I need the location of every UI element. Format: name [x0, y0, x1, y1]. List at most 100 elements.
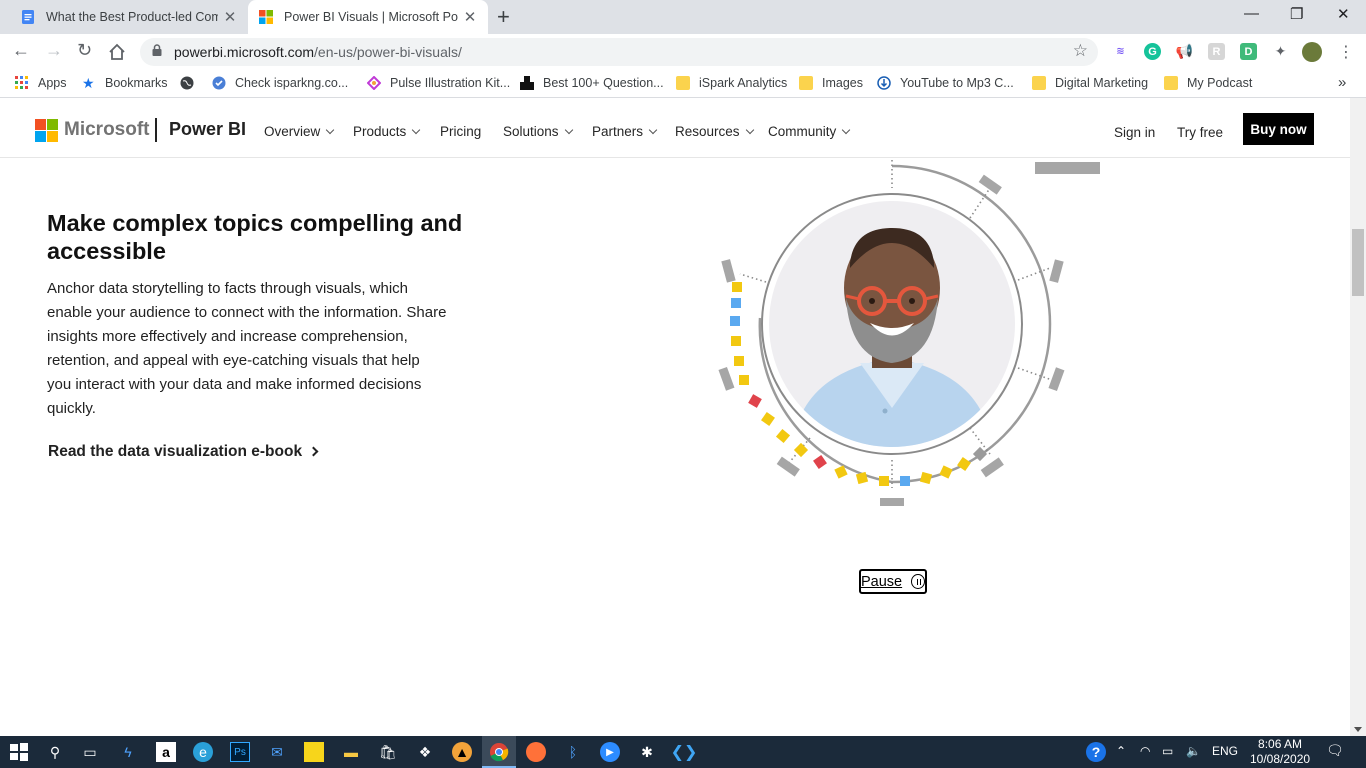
buy-now-button[interactable]: Buy now: [1243, 113, 1314, 145]
page-scrollbar[interactable]: [1350, 98, 1366, 736]
language-indicator[interactable]: ENG: [1212, 744, 1238, 758]
chrome-icon[interactable]: [489, 742, 509, 762]
chevron-down-icon: [326, 125, 335, 135]
search-icon[interactable]: ⚲: [45, 742, 65, 762]
tab-strip: What the Best Product-led Comp ✕ Power B…: [0, 0, 1366, 34]
nav-products[interactable]: Products: [353, 124, 421, 139]
tab-active[interactable]: Power BI Visuals | Microsoft Pow ✕: [248, 0, 488, 34]
volume-icon[interactable]: 🔈: [1186, 744, 1201, 758]
bookmark-apps[interactable]: Apps: [15, 76, 67, 90]
bluetooth-icon[interactable]: ᛒ: [563, 742, 583, 762]
tab-inactive[interactable]: What the Best Product-led Comp ✕: [2, 0, 248, 34]
store-icon[interactable]: 🛍: [378, 742, 398, 762]
show-hidden-icons[interactable]: ⌃: [1116, 744, 1126, 758]
sticky-notes-icon[interactable]: [304, 742, 324, 762]
apps-grid-icon: [15, 76, 28, 89]
extension-r-icon[interactable]: R: [1208, 43, 1225, 60]
back-icon[interactable]: ←: [12, 40, 30, 61]
help-icon[interactable]: ?: [1086, 742, 1106, 762]
folder-icon: [1032, 76, 1046, 90]
firefox-icon[interactable]: [526, 742, 546, 762]
megaphone-icon[interactable]: 📢: [1176, 43, 1193, 60]
notifications-icon[interactable]: 🗨: [1326, 742, 1344, 759]
bookmark-star-icon[interactable]: ☆: [1073, 41, 1088, 61]
nav-resources[interactable]: Resources: [675, 124, 754, 139]
bookmarks-bar: Apps ★ Bookmarks Check isparkng.co... Pul…: [0, 70, 1366, 98]
bookmark-images[interactable]: Images: [799, 76, 863, 90]
try-free-link[interactable]: Try free: [1177, 125, 1223, 140]
battery-icon[interactable]: ▭: [1162, 744, 1173, 758]
nav-overview[interactable]: Overview: [264, 124, 335, 139]
dropbox-icon[interactable]: ❖: [415, 742, 435, 762]
minimize-icon[interactable]: —: [1244, 5, 1259, 22]
url-text: powerbi.microsoft.com/en-us/power-bi-vis…: [174, 44, 462, 60]
microsoft-logo-icon: [259, 10, 273, 24]
power-bi-brand[interactable]: Power BI: [169, 119, 246, 140]
pause-icon: [911, 574, 925, 589]
folder-icon: [676, 76, 690, 90]
chevron-down-icon: [564, 125, 573, 135]
tab-close-icon[interactable]: ✕: [218, 8, 242, 26]
zoom-icon[interactable]: ▶: [600, 742, 620, 762]
nav-community[interactable]: Community: [768, 124, 851, 139]
restore-icon[interactable]: ❐: [1290, 5, 1303, 23]
bookmark-globe[interactable]: [180, 76, 203, 90]
chevron-down-icon: [412, 125, 421, 135]
nav-solutions[interactable]: Solutions: [503, 124, 573, 139]
home-icon[interactable]: [108, 43, 126, 61]
vscode-icon[interactable]: ❮❯: [671, 742, 698, 762]
system-clock[interactable]: 8:06 AM 10/08/2020: [1250, 737, 1310, 767]
extension-wave-icon[interactable]: ≋: [1112, 43, 1129, 60]
profile-avatar[interactable]: [1302, 42, 1322, 62]
scrollbar-thumb[interactable]: [1352, 229, 1364, 296]
browser-menu-icon[interactable]: ⋮: [1338, 42, 1354, 62]
pulse-icon: [367, 76, 381, 90]
forward-icon[interactable]: →: [45, 40, 63, 61]
clock-date: 10/08/2020: [1250, 752, 1311, 766]
file-explorer-icon[interactable]: ▬: [341, 742, 361, 762]
grammarly-icon[interactable]: G: [1144, 43, 1161, 60]
bookmark-bookmarks[interactable]: ★ Bookmarks: [82, 76, 168, 90]
bookmark-digital-marketing[interactable]: Digital Marketing: [1032, 76, 1148, 90]
data-storytelling-illustration: [718, 160, 1100, 506]
windows-start-icon[interactable]: [9, 742, 29, 762]
microsoft-logo-icon[interactable]: [35, 119, 58, 142]
bookmark-best-100[interactable]: Best 100+ Question...: [520, 76, 664, 90]
bookmark-check-isparkng[interactable]: Check isparkng.co...: [212, 76, 348, 90]
photoshop-icon[interactable]: Ps: [230, 742, 250, 762]
puzzle-icon[interactable]: ✦: [1272, 43, 1289, 60]
reload-icon[interactable]: ↻: [77, 40, 92, 61]
ebook-link[interactable]: Read the data visualization e-book: [48, 443, 319, 461]
amazon-icon[interactable]: a: [156, 742, 176, 762]
bookmark-my-podcast[interactable]: My Podcast: [1164, 76, 1252, 90]
bookmark-pulse[interactable]: Pulse Illustration Kit...: [367, 76, 510, 90]
slack-icon[interactable]: ✱: [637, 742, 657, 762]
extension-d-icon[interactable]: D: [1240, 43, 1257, 60]
microsoft-brand[interactable]: Microsoft: [64, 119, 150, 141]
chevron-down-icon: [745, 125, 754, 135]
chevron-down-icon: [842, 125, 851, 135]
vlc-app-icon[interactable]: ▲: [452, 742, 472, 762]
new-tab-icon[interactable]: +: [497, 4, 510, 30]
mail-icon[interactable]: ✉: [267, 742, 287, 762]
lightning-app-icon[interactable]: ϟ: [118, 742, 138, 762]
nav-pricing[interactable]: Pricing: [440, 124, 481, 139]
more-bookmarks-icon[interactable]: »: [1338, 74, 1346, 91]
scroll-down-arrow-icon[interactable]: [1354, 727, 1362, 732]
sign-in-link[interactable]: Sign in: [1114, 125, 1155, 140]
nav-partners[interactable]: Partners: [592, 124, 658, 139]
bookmark-youtube-mp3[interactable]: YouTube to Mp3 C...: [877, 76, 1014, 90]
edge-icon[interactable]: e: [193, 742, 213, 762]
task-view-icon[interactable]: ▭: [80, 742, 100, 762]
tab-close-icon[interactable]: ✕: [458, 8, 482, 26]
docs-icon: [22, 10, 34, 24]
wifi-icon[interactable]: ◠: [1140, 744, 1150, 758]
brand-divider: [155, 118, 157, 142]
window-close-icon[interactable]: ✕: [1337, 5, 1350, 23]
folder-icon: [1164, 76, 1178, 90]
pause-animation-button[interactable]: Pause: [859, 569, 927, 594]
address-bar[interactable]: powerbi.microsoft.com/en-us/power-bi-vis…: [140, 38, 1098, 66]
lock-icon: [152, 44, 162, 56]
globe-icon: [180, 76, 194, 90]
bookmark-ispark-analytics[interactable]: iSpark Analytics: [676, 76, 787, 90]
